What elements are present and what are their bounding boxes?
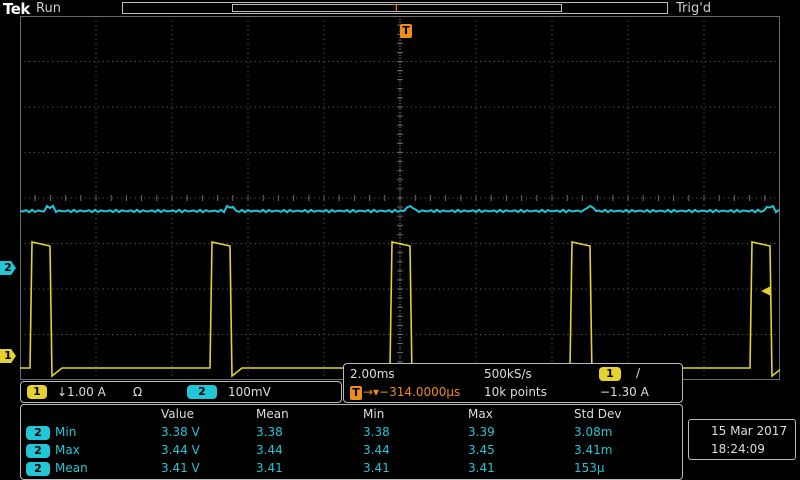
measurement-cell: 3.41 <box>468 461 495 475</box>
time-per-division: 2.00ms <box>350 367 395 381</box>
measurement-name: Min <box>55 425 77 439</box>
ch2-badge[interactable]: 2 <box>187 385 217 399</box>
measurement-source-badge: 2 <box>26 444 50 458</box>
measurement-source-badge: 2 <box>26 426 50 440</box>
measurement-source-badge: 2 <box>26 462 50 476</box>
timebase-trigger-readout[interactable]: 2.00ms 500kS/s 1 / T →▾−314.0000µs 10k p… <box>343 363 683 403</box>
measurement-cell: 3.38 V <box>161 425 200 439</box>
measurement-cell: 3.44 V <box>161 443 200 457</box>
graticule-grid <box>20 16 780 380</box>
date-text: 15 Mar 2017 <box>711 424 788 438</box>
measurement-cell: 3.38 <box>363 425 390 439</box>
measurement-cell: 3.44 <box>363 443 390 457</box>
measurement-header-std-dev: Std Dev <box>574 407 622 421</box>
measurement-cell: 3.41 V <box>161 461 200 475</box>
run-state[interactable]: Run <box>36 1 61 16</box>
trigger-source-badge[interactable]: 1 <box>599 367 621 381</box>
measurement-header-mean: Mean <box>256 407 289 421</box>
measurement-name: Max <box>55 443 80 457</box>
measurement-header-max: Max <box>468 407 493 421</box>
measurement-cell: 3.38 <box>256 425 283 439</box>
waveform-graticule[interactable] <box>20 16 780 380</box>
ch2-scale: 100mV <box>228 385 271 399</box>
measurement-cell: 3.44 <box>256 443 283 457</box>
measurement-header-min: Min <box>363 407 385 421</box>
trigger-state: Trig'd <box>676 1 712 16</box>
ch1-badge[interactable]: 1 <box>27 385 47 399</box>
measurement-cell: 153µ <box>574 461 605 475</box>
trigger-position-badge: T <box>350 386 362 400</box>
trigger-position: →▾−314.0000µs <box>363 385 461 399</box>
sample-rate: 500kS/s <box>484 367 532 381</box>
measurement-cell: 3.08m <box>574 425 613 439</box>
measurement-name: Mean <box>55 461 88 475</box>
datetime-readout: 15 Mar 2017 18:24:09 <box>688 419 796 460</box>
ch2-position-marker[interactable]: 2 <box>0 261 16 275</box>
measurement-header-value: Value <box>161 407 194 421</box>
ch1-unit-symbol: Ω <box>133 385 143 399</box>
record-length: 10k points <box>484 385 547 399</box>
measurement-cell: 3.41 <box>363 461 390 475</box>
measurement-table[interactable]: Value Mean Min Max Std Dev 2 Min 3.38 V 3.38 3.3… <box>20 404 683 480</box>
trigger-position-marker[interactable]: T <box>400 24 412 38</box>
trigger-position-top-marker: T <box>393 2 400 15</box>
measurement-cell: 3.45 <box>468 443 495 457</box>
channel-scale-readout[interactable]: 1 ↓1.00 A Ω 2 100mV <box>20 381 342 403</box>
ch1-scale: ↓1.00 A <box>57 385 106 399</box>
measurement-cell: 3.39 <box>468 425 495 439</box>
measurement-cell: 3.41m <box>574 443 613 457</box>
ch1-position-marker[interactable]: 1 <box>0 349 16 363</box>
trigger-slope-icon: / <box>636 366 641 380</box>
trigger-level: −1.30 A <box>600 385 649 399</box>
time-text: 18:24:09 <box>711 442 765 456</box>
measurement-cell: 3.41 <box>256 461 283 475</box>
